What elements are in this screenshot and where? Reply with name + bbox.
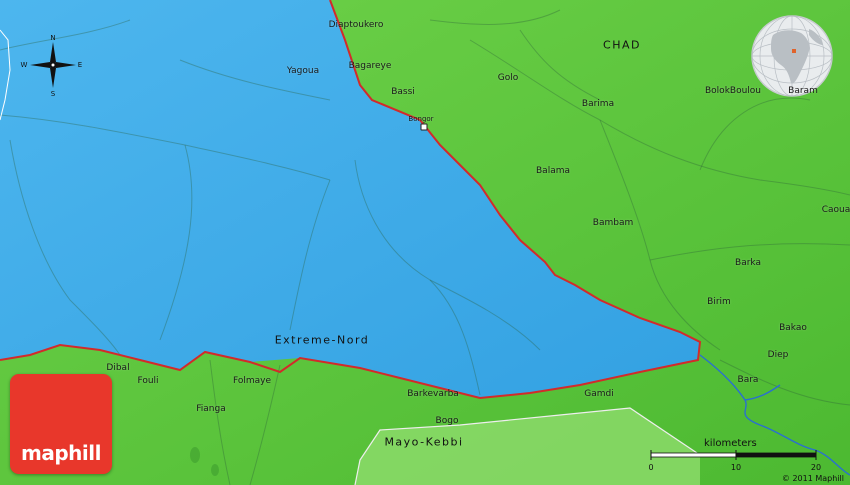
place-label[interactable]: Bassi bbox=[391, 87, 415, 97]
place-label[interactable]: Golo bbox=[498, 73, 519, 83]
place-label[interactable]: Yagoua bbox=[287, 66, 319, 76]
compass-north: N bbox=[50, 34, 56, 42]
region-label-extreme-nord: Extreme-Nord bbox=[274, 333, 370, 347]
place-label[interactable]: Bara bbox=[738, 375, 759, 385]
place-label[interactable]: Baram bbox=[788, 86, 818, 96]
place-label[interactable]: Birim bbox=[707, 297, 731, 307]
place-label[interactable]: Diep bbox=[768, 350, 789, 360]
place-label[interactable]: Folmaye bbox=[233, 376, 271, 386]
town-marker bbox=[420, 123, 428, 131]
compass-east: E bbox=[77, 61, 83, 69]
scale-tick: 20 bbox=[810, 463, 822, 472]
maphill-logo[interactable]: maphill bbox=[10, 374, 112, 474]
scale-bar: kilometers 0 10 20 bbox=[646, 437, 826, 477]
place-label[interactable]: Bakao bbox=[779, 323, 807, 333]
logo-text: maphill bbox=[21, 441, 101, 465]
place-label[interactable]: Barka bbox=[735, 258, 761, 268]
place-label[interactable]: Bagareye bbox=[349, 61, 392, 71]
map-view[interactable]: N S E W CHAD Extreme-Nord Mayo-Kebbi Dia… bbox=[0, 0, 850, 485]
place-label[interactable]: Fianga bbox=[196, 404, 225, 414]
scale-bar-graphic bbox=[650, 450, 817, 460]
globe-locator-icon bbox=[751, 15, 833, 97]
compass-west: W bbox=[20, 61, 28, 69]
place-label[interactable]: Caoua bbox=[822, 205, 850, 215]
place-label[interactable]: Barkevarba bbox=[407, 389, 459, 399]
terrain-layer bbox=[0, 0, 850, 485]
copyright-text: © 2011 Maphill bbox=[781, 474, 844, 483]
place-label[interactable]: Dibal bbox=[106, 363, 129, 373]
scale-tick: 10 bbox=[730, 463, 742, 472]
compass-rose: N S E W bbox=[18, 34, 88, 98]
place-label[interactable]: Balama bbox=[536, 166, 570, 176]
place-label[interactable]: Barima bbox=[582, 99, 614, 109]
place-label[interactable]: Diaptoukero bbox=[329, 20, 384, 30]
place-label[interactable]: Bongor bbox=[408, 115, 433, 123]
place-label[interactable]: Bambam bbox=[593, 218, 633, 228]
scale-title: kilometers bbox=[704, 438, 757, 449]
place-label[interactable]: Gamdi bbox=[584, 389, 613, 399]
region-label-mayo-kebbi: Mayo-Kebbi bbox=[384, 435, 464, 449]
scale-tick: 0 bbox=[648, 463, 654, 472]
country-label: CHAD bbox=[603, 38, 641, 52]
place-label[interactable]: BolokBoulou bbox=[705, 86, 761, 96]
place-label[interactable]: Fouli bbox=[137, 376, 158, 386]
compass-south: S bbox=[50, 90, 56, 98]
place-label[interactable]: Bogo bbox=[436, 416, 459, 426]
